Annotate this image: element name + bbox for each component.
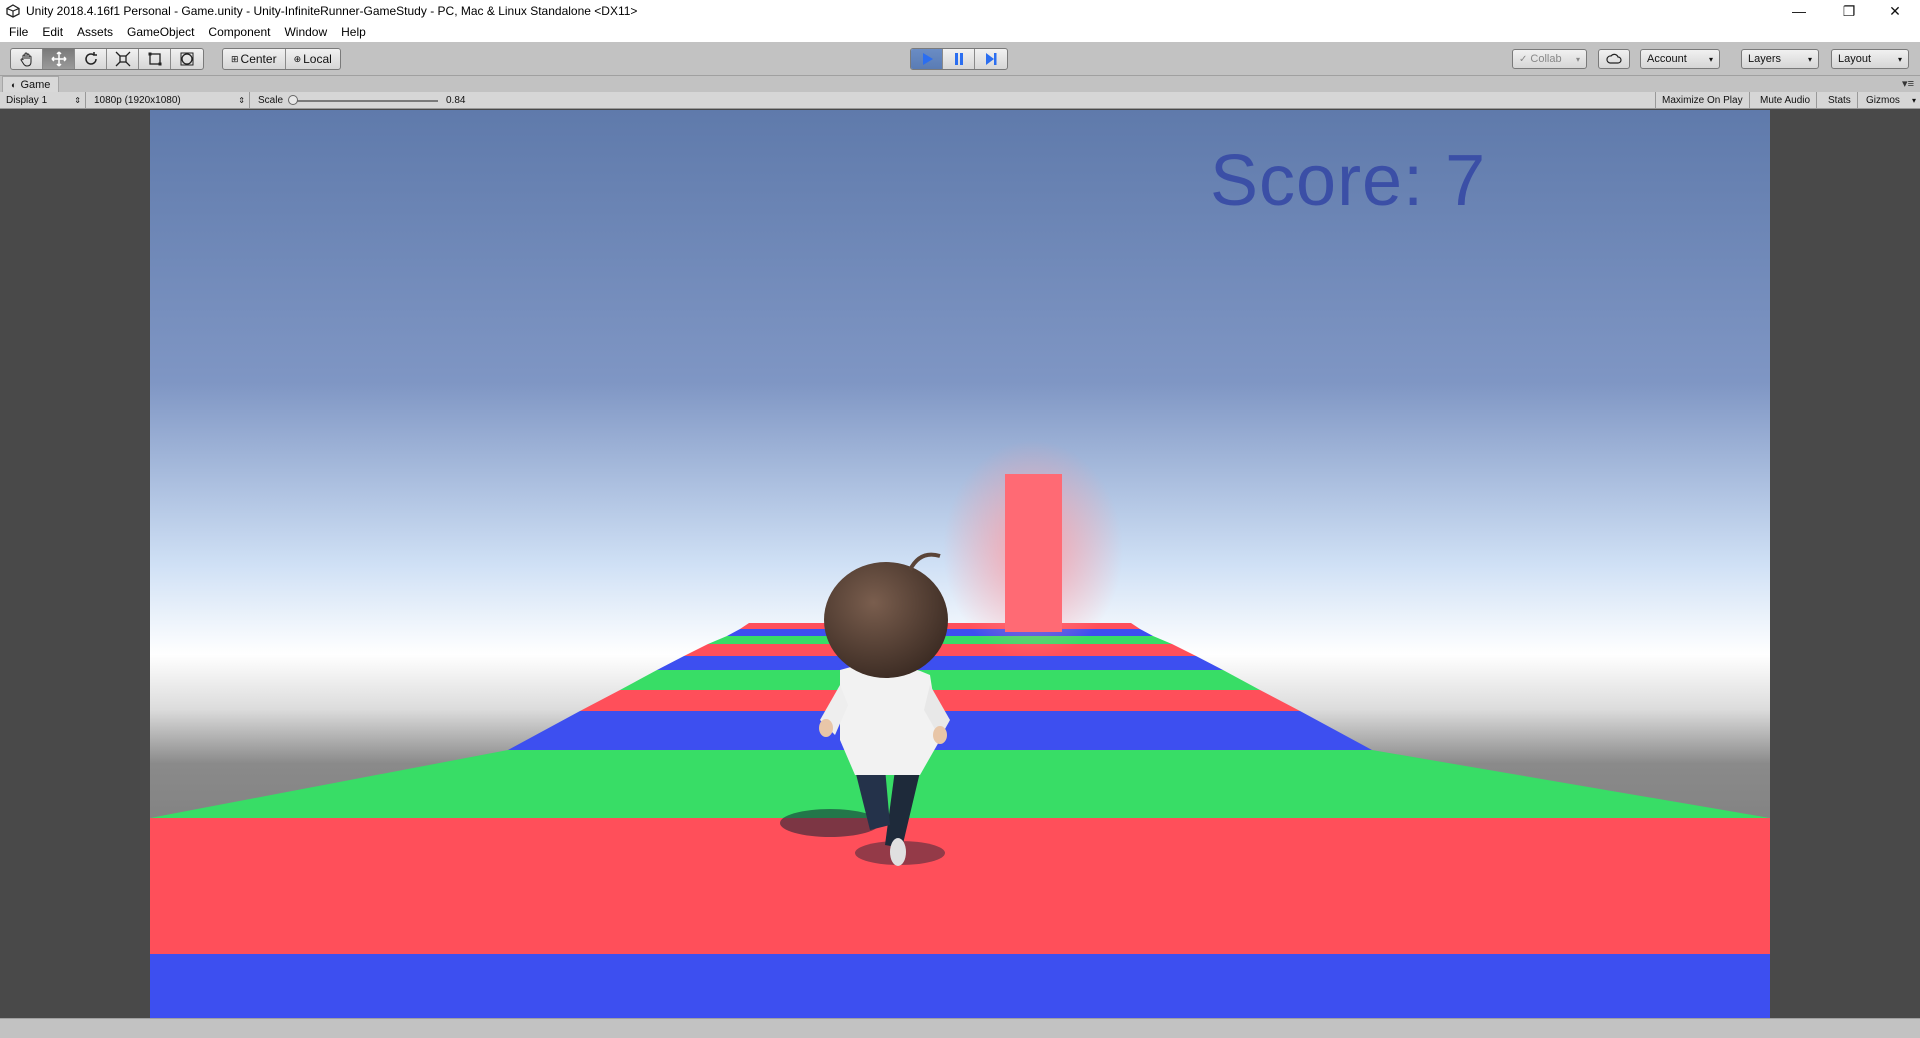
layers-label: Layers <box>1748 53 1782 65</box>
collab-label: Collab <box>1530 53 1562 65</box>
scale-value-label: 0.84 <box>446 95 466 106</box>
menu-component[interactable]: Component <box>201 25 277 39</box>
window-title: Unity 2018.4.16f1 Personal - Game.unity … <box>26 4 638 18</box>
transform-icon <box>180 52 194 66</box>
step-icon <box>986 53 997 65</box>
pivot-center-button[interactable]: ⊞ Center <box>223 49 286 69</box>
dropdown-arrow-icon: ▾ <box>1897 55 1902 64</box>
close-icon: ✕ <box>1889 2 1901 19</box>
display-dropdown[interactable]: Display 1 ⇕ <box>0 92 86 109</box>
menu-file[interactable]: File <box>2 25 35 39</box>
mute-audio-label: Mute Audio <box>1760 95 1811 106</box>
move-icon <box>50 51 67 67</box>
maximize-on-play-label: Maximize On Play <box>1662 95 1743 106</box>
menu-bar: File Edit Assets GameObject Component Wi… <box>0 22 1920 42</box>
pivot-local-label: Local <box>303 52 332 66</box>
rotate-icon <box>84 52 97 65</box>
resolution-dropdown[interactable]: 1080p (1920x1080) ⇕ <box>88 92 250 109</box>
score-display: Score: 7 <box>1210 141 1487 221</box>
stripe <box>150 818 1770 954</box>
transform-tool-button[interactable] <box>171 49 203 69</box>
move-tool-button[interactable] <box>43 49 75 69</box>
pause-icon <box>954 53 963 65</box>
game-view-icon: ◐ <box>11 79 17 90</box>
dropdown-arrow-icon: ⇕ <box>238 96 245 105</box>
account-label: Account <box>1647 53 1687 65</box>
scale-slider-track[interactable] <box>290 100 438 102</box>
restore-button[interactable]: ❐ <box>1826 0 1872 22</box>
stats-label: Stats <box>1828 95 1851 106</box>
tab-menu-icon[interactable]: ▾≡ <box>1902 77 1914 90</box>
display-label: Display 1 <box>6 95 48 106</box>
scale-label: Scale <box>258 95 284 106</box>
gizmos-label: Gizmos <box>1866 95 1900 106</box>
pivot-local-button[interactable]: ⊕ Local <box>286 49 340 69</box>
hand-tool-button[interactable] <box>11 49 43 69</box>
gizmos-dropdown[interactable]: Gizmos ▾ <box>1860 92 1920 109</box>
layout-dropdown[interactable]: Layout ▾ <box>1831 49 1909 69</box>
pivot-icon: ⊞ <box>231 53 239 64</box>
stripe <box>150 954 1770 1018</box>
step-button[interactable] <box>975 49 1007 69</box>
menu-edit[interactable]: Edit <box>35 25 70 39</box>
menu-assets[interactable]: Assets <box>70 25 120 39</box>
minimize-button[interactable]: — <box>1776 0 1822 22</box>
pause-button[interactable] <box>943 49 975 69</box>
stats-toggle[interactable]: Stats <box>1822 92 1858 109</box>
main-toolbar: ⊞ Center ⊕ Local ✓ Collab ▾ Account ▾ La… <box>0 42 1920 76</box>
title-bar: Unity 2018.4.16f1 Personal - Game.unity … <box>0 0 1920 22</box>
stripe <box>657 656 1223 670</box>
close-button[interactable]: ✕ <box>1872 0 1918 22</box>
stripe <box>620 670 1260 690</box>
status-bar <box>0 1018 1920 1038</box>
dropdown-arrow-icon: ▾ <box>1807 55 1812 64</box>
dropdown-arrow-icon: ▾ <box>1911 96 1916 105</box>
obstacle <box>1005 474 1062 632</box>
hand-icon <box>20 52 31 67</box>
scale-slider-handle[interactable] <box>288 95 298 105</box>
check-icon: ✓ <box>1519 53 1528 65</box>
layers-dropdown[interactable]: Layers ▾ <box>1741 49 1819 69</box>
transform-tools <box>10 48 204 70</box>
play-button[interactable] <box>911 49 943 69</box>
rect-icon <box>148 52 161 66</box>
dropdown-arrow-icon: ▾ <box>1575 55 1580 64</box>
restore-icon: ❐ <box>1842 2 1856 19</box>
resolution-label: 1080p (1920x1080) <box>94 95 181 106</box>
menu-window[interactable]: Window <box>277 25 334 39</box>
account-dropdown[interactable]: Account ▾ <box>1640 49 1720 69</box>
game-viewport[interactable]: Score: 7 <box>150 110 1770 1018</box>
scale-tool-button[interactable] <box>107 49 139 69</box>
game-tab-bar: ◐ Game ▾≡ <box>0 76 1920 92</box>
unity-logo-icon <box>6 4 20 18</box>
maximize-on-play-toggle[interactable]: Maximize On Play <box>1655 92 1750 109</box>
mute-audio-toggle[interactable]: Mute Audio <box>1754 92 1818 109</box>
tab-game-label: Game <box>20 78 51 91</box>
local-icon: ⊕ <box>293 53 302 64</box>
game-scene <box>150 110 1770 1018</box>
dropdown-arrow-icon: ▾ <box>1708 55 1713 64</box>
collab-dropdown[interactable]: ✓ Collab ▾ <box>1512 49 1587 69</box>
play-icon <box>922 53 933 65</box>
game-view-toolbar: Display 1 ⇕ 1080p (1920x1080) ⇕ Scale 0.… <box>0 92 1920 109</box>
dropdown-arrow-icon: ⇕ <box>74 96 81 105</box>
cloud-icon <box>1606 53 1622 64</box>
scale-icon <box>115 51 130 67</box>
rotate-tool-button[interactable] <box>75 49 107 69</box>
menu-help[interactable]: Help <box>334 25 373 39</box>
play-controls <box>910 48 1008 70</box>
tab-game[interactable]: ◐ Game <box>2 76 60 92</box>
rect-tool-button[interactable] <box>139 49 171 69</box>
scale-value: 0.84 <box>440 92 471 109</box>
minimize-icon: — <box>1792 3 1806 19</box>
menu-gameobject[interactable]: GameObject <box>120 25 201 39</box>
pivot-toggles: ⊞ Center ⊕ Local <box>222 48 341 70</box>
pivot-center-label: Center <box>240 52 277 66</box>
layout-label: Layout <box>1838 53 1872 65</box>
cloud-button[interactable] <box>1598 49 1630 69</box>
